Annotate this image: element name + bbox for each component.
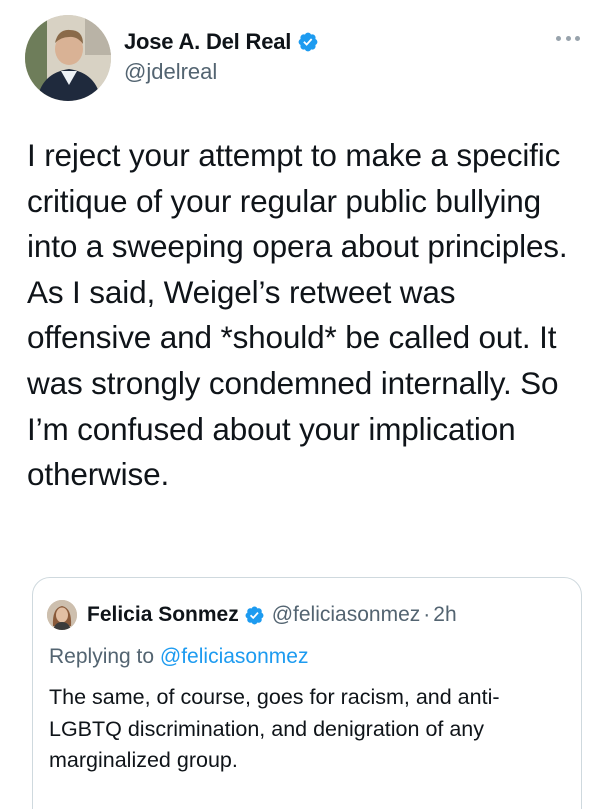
tweet-header: Jose A. Del Real @jdelreal [25, 15, 585, 101]
author-display-name[interactable]: Jose A. Del Real [124, 29, 291, 55]
replying-to-mention-link[interactable]: @feliciasonmez [160, 645, 309, 668]
quoted-author-handle[interactable]: @feliciasonmez [272, 603, 421, 627]
quoted-tweet-text: The same, of course, goes for racism, an… [49, 685, 500, 772]
quoted-author-display-name[interactable]: Felicia Sonmez [87, 603, 239, 627]
quoted-tweet-time[interactable]: 2h [433, 603, 456, 627]
verified-badge-icon [298, 32, 318, 52]
replying-to: Replying to @feliciasonmez [49, 645, 308, 669]
verified-badge-icon [245, 606, 264, 624]
author-name-row: Jose A. Del Real [124, 27, 319, 57]
author-avatar[interactable] [25, 15, 111, 101]
more-horizontal-icon[interactable] [556, 33, 580, 43]
replying-to-label: Replying to [49, 645, 155, 668]
separator-dot: · [423, 603, 431, 626]
quoted-tweet[interactable]: Felicia Sonmez @feliciasonmez · 2h Reply… [32, 577, 582, 809]
tweet-text: I reject your attempt to make a specific… [27, 137, 568, 493]
quoted-author-avatar[interactable] [47, 600, 77, 630]
author-handle[interactable]: @jdelreal [124, 59, 319, 85]
profile-photo-icon [25, 15, 111, 101]
more-dot [575, 35, 580, 41]
profile-photo-icon [47, 600, 77, 630]
tweet: Jose A. Del Real @jdelreal I reject your… [0, 0, 600, 809]
more-dot [556, 35, 561, 41]
quoted-tweet-header: Felicia Sonmez @feliciasonmez · 2h [47, 600, 457, 630]
author-info: Jose A. Del Real @jdelreal [124, 27, 319, 85]
more-dot [565, 35, 571, 41]
